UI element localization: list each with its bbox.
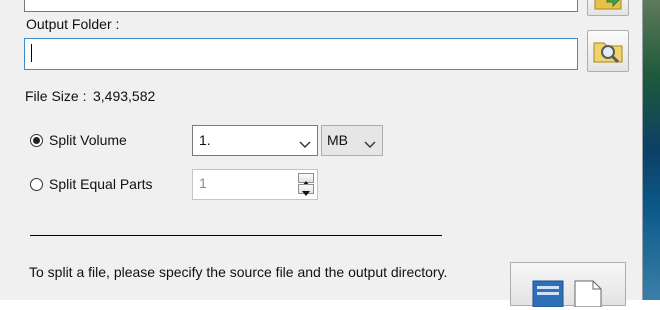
split-volume-unit-select[interactable]: MB <box>321 125 383 156</box>
chevron-down-icon <box>364 136 376 152</box>
split-equal-parts-radio[interactable] <box>30 178 43 191</box>
output-browse-button[interactable] <box>587 30 629 72</box>
split-button[interactable] <box>510 262 626 308</box>
file-size-label: File Size : <box>25 88 87 104</box>
split-volume-radio[interactable] <box>30 134 43 147</box>
split-equal-parts-stepper[interactable]: 1 <box>192 169 318 200</box>
file-size-value: 3,493,582 <box>93 88 156 104</box>
split-equal-parts-label[interactable]: Split Equal Parts <box>49 176 153 192</box>
divider <box>30 235 442 236</box>
output-folder-input[interactable] <box>24 38 578 70</box>
split-volume-label[interactable]: Split Volume <box>49 132 127 148</box>
source-folder-input[interactable] <box>24 0 578 12</box>
help-text: To split a file, please specify the sour… <box>29 264 448 280</box>
split-file-icon <box>531 277 603 310</box>
split-volume-size-value: 1. <box>199 132 211 148</box>
folder-arrow-icon <box>593 0 623 15</box>
split-volume-unit-value: MB <box>327 132 348 148</box>
stepper-buttons <box>298 173 314 196</box>
folder-search-icon <box>592 35 624 68</box>
text-caret <box>31 44 32 62</box>
desktop-background-strip <box>642 0 660 300</box>
stepper-up-button[interactable] <box>298 173 314 186</box>
chevron-down-icon <box>299 136 311 152</box>
stepper-down-button[interactable] <box>298 184 314 196</box>
split-volume-size-select[interactable]: 1. <box>192 125 318 156</box>
triangle-down-icon <box>302 191 310 196</box>
source-browse-button[interactable] <box>587 0 629 16</box>
split-file-dialog: Output Folder : File Size : 3,493,582 Sp… <box>0 0 643 308</box>
split-equal-parts-value: 1 <box>199 175 207 191</box>
output-folder-label: Output Folder : <box>26 16 120 32</box>
